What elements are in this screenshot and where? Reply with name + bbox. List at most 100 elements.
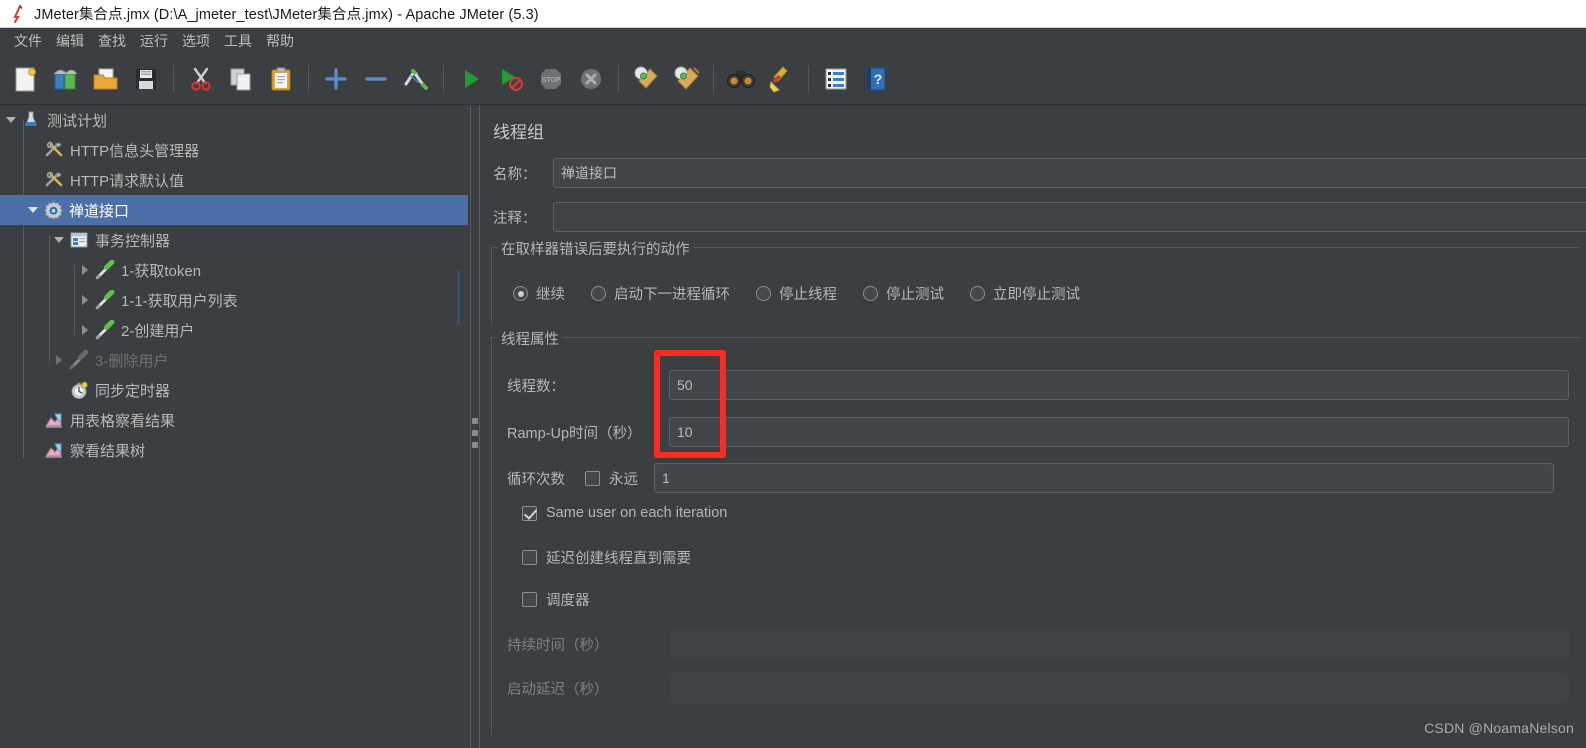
radio-label: 停止测试: [886, 287, 944, 303]
menu-edit[interactable]: 编辑: [49, 29, 91, 53]
menu-run[interactable]: 运行: [133, 29, 175, 53]
duration-input[interactable]: [669, 629, 1569, 659]
thread-count-input[interactable]: 50: [669, 370, 1569, 400]
chevron-down-icon[interactable]: [25, 202, 41, 218]
chevron-right-icon[interactable]: [77, 262, 93, 278]
chevron-down-icon[interactable]: [51, 232, 67, 248]
collapse-minus-icon[interactable]: [356, 59, 396, 99]
radio-label: 停止线程: [779, 287, 837, 303]
radio-stop-thread[interactable]: 停止线程: [756, 283, 837, 304]
new-document-icon[interactable]: [6, 59, 46, 99]
tree-node-transaction-controller[interactable]: 事务控制器: [0, 225, 468, 255]
tree-node-sampler-3-disabled[interactable]: 3-删除用户: [0, 345, 468, 375]
menu-tools[interactable]: 工具: [217, 29, 259, 53]
sync-timer-icon: [69, 380, 89, 400]
tree-node-thread-group[interactable]: 禅道接口: [0, 195, 468, 225]
same-user-row[interactable]: Same user on each iteration: [522, 505, 727, 521]
reset-search-broom-icon[interactable]: [761, 59, 801, 99]
chevron-right-icon[interactable]: [77, 292, 93, 308]
loop-count-input[interactable]: 1: [654, 463, 1554, 493]
tree-node-label: 用表格察看结果: [70, 412, 176, 430]
forever-checkbox[interactable]: [585, 470, 600, 486]
same-user-label: Same user on each iteration: [546, 505, 728, 521]
tree-node-label: 1-获取token: [121, 262, 202, 280]
chevron-down-icon[interactable]: [3, 112, 19, 128]
page-title: 线程组: [493, 123, 544, 142]
paste-clipboard-icon[interactable]: [261, 59, 301, 99]
radio-indicator[interactable]: [863, 286, 878, 301]
thread-count-label: 线程数：: [507, 378, 565, 395]
tree-scrollbar-thumb[interactable]: [457, 270, 460, 326]
clear-icon[interactable]: [626, 59, 666, 99]
tree-node-header-manager[interactable]: HTTP信息头管理器: [0, 135, 468, 165]
clear-all-icon[interactable]: [666, 59, 706, 99]
tree-node-view-results-table[interactable]: 用表格察看结果: [0, 405, 468, 435]
startup-delay-input[interactable]: [669, 673, 1569, 703]
expand-plus-icon[interactable]: [316, 59, 356, 99]
tree-node-test-plan[interactable]: 测试计划: [0, 105, 468, 135]
tree-node-label: 1-1-获取用户列表: [121, 292, 238, 310]
tree-node-sync-timer[interactable]: 同步定时器: [0, 375, 468, 405]
shutdown-icon[interactable]: [571, 59, 611, 99]
start-no-pauses-icon[interactable]: [491, 59, 531, 99]
radio-indicator[interactable]: [513, 286, 528, 301]
start-play-icon[interactable]: [451, 59, 491, 99]
groupbox-border-left: [491, 247, 492, 325]
menu-file[interactable]: 文件: [7, 29, 49, 53]
scheduler-label: 调度器: [546, 593, 590, 609]
search-binoculars-icon[interactable]: [721, 59, 761, 99]
stop-icon[interactable]: STOP: [531, 59, 571, 99]
menu-help[interactable]: 帮助: [259, 29, 301, 53]
tree-node-sampler-2[interactable]: 2-创建用户: [0, 315, 468, 345]
splitter-line-right: [479, 105, 480, 748]
scheduler-row[interactable]: 调度器: [522, 589, 590, 610]
svg-text:?: ?: [874, 71, 883, 87]
http-sampler-disabled-icon: [69, 350, 89, 370]
radio-indicator[interactable]: [970, 286, 985, 301]
tree-node-http-defaults[interactable]: HTTP请求默认值: [0, 165, 468, 195]
scheduler-checkbox[interactable]: [522, 592, 537, 607]
tree-node-label: 事务控制器: [95, 232, 171, 250]
same-user-checkbox[interactable]: [522, 505, 537, 521]
radio-stop-test-now[interactable]: 立即停止测试: [970, 283, 1080, 304]
toggle-enable-icon[interactable]: [396, 59, 436, 99]
cut-scissors-icon[interactable]: [181, 59, 221, 99]
name-input[interactable]: 禅道接口: [553, 158, 1586, 188]
save-icon[interactable]: [126, 59, 166, 99]
header-manager-icon: [44, 140, 64, 160]
watermark-text: CSDN @NoamaNelson: [1424, 720, 1574, 736]
help-book-icon[interactable]: ?: [856, 59, 896, 99]
copy-icon[interactable]: [221, 59, 261, 99]
panel-splitter[interactable]: [468, 105, 482, 748]
tree-node-label: 3-删除用户: [95, 352, 169, 370]
tree-node-sampler-1-1[interactable]: 1-1-获取用户列表: [0, 285, 468, 315]
radio-indicator[interactable]: [591, 286, 606, 301]
radio-indicator[interactable]: [756, 286, 771, 301]
test-plan-tree[interactable]: 测试计划 HTTP信息头管理器 HTTP请求默认值 禅道接口 事务控制器 1-获…: [0, 105, 468, 748]
splitter-line-left: [470, 105, 471, 748]
tree-node-label: HTTP信息头管理器: [70, 142, 200, 160]
delay-thread-creation-checkbox[interactable]: [522, 550, 537, 565]
rampup-input[interactable]: 10: [669, 417, 1569, 447]
thread-count-row: 线程数： 50: [507, 370, 1569, 400]
function-helper-icon[interactable]: [816, 59, 856, 99]
radio-continue[interactable]: 继续: [513, 283, 565, 304]
open-folder-icon[interactable]: [86, 59, 126, 99]
thread-group-icon: [43, 200, 63, 220]
thread-properties-group-title: 线程属性: [497, 328, 563, 349]
tree-node-sampler-1[interactable]: 1-获取token: [0, 255, 468, 285]
comment-input[interactable]: [553, 202, 1586, 232]
radio-start-next-loop[interactable]: 启动下一进程循环: [591, 283, 730, 304]
tree-node-label: 同步定时器: [95, 382, 171, 400]
delay-thread-creation-row[interactable]: 延迟创建线程直到需要: [522, 547, 691, 568]
http-sampler-icon: [95, 260, 115, 280]
chevron-right-icon[interactable]: [77, 322, 93, 338]
radio-stop-test[interactable]: 停止测试: [863, 283, 944, 304]
comment-label: 注释：: [493, 210, 537, 227]
menu-search[interactable]: 查找: [91, 29, 133, 53]
splitter-grip-handle[interactable]: [472, 418, 478, 448]
chevron-right-icon[interactable]: [51, 352, 67, 368]
tree-node-view-results-tree[interactable]: 察看结果树: [0, 435, 468, 465]
templates-icon[interactable]: [46, 59, 86, 99]
menu-options[interactable]: 选项: [175, 29, 217, 53]
